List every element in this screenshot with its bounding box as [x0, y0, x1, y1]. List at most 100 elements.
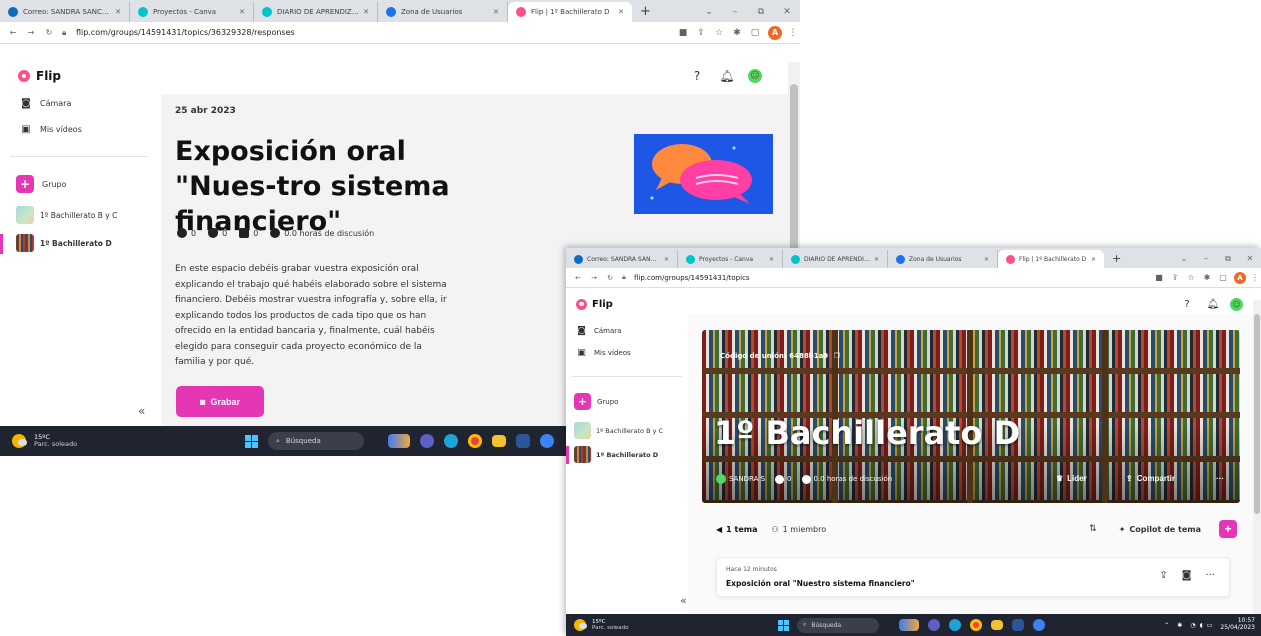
sidebar-item-bachillerato-d[interactable]: 1º Bachillerato D — [574, 446, 658, 463]
sort-icon[interactable]: ⇅ — [1089, 524, 1097, 534]
url-field[interactable]: flip.com/groups/14591431/topics/36329328… — [76, 28, 674, 37]
sidebar-panel-icon[interactable]: ▢ — [1215, 273, 1231, 282]
sidebar-item-camera[interactable]: ◙ Cámara — [576, 326, 621, 336]
tab-topics[interactable]: ◀ 1 tema — [716, 525, 758, 534]
scrollbar-thumb[interactable] — [1254, 314, 1260, 514]
user-avatar[interactable]: ☺ — [748, 69, 762, 83]
copy-icon[interactable]: ❐ — [834, 352, 840, 360]
sidebar-item-group[interactable]: + Grupo — [16, 175, 67, 193]
profile-avatar[interactable]: A — [1234, 271, 1246, 284]
screen-cast-icon[interactable]: ■ — [674, 28, 692, 38]
tab-zona-usuarios[interactable]: Zona de Usuarios ✕ — [888, 250, 998, 268]
extensions-icon[interactable]: ✱ — [1199, 273, 1215, 282]
share-button[interactable]: ⇪ Compartir — [1126, 474, 1175, 483]
tab-diario[interactable]: DIARIO DE APRENDIZAJE ✕ — [254, 2, 378, 22]
clock[interactable]: 10:57 25/04/2023 — [1220, 617, 1255, 632]
close-icon[interactable]: ✕ — [618, 8, 624, 16]
forward-icon[interactable]: → — [22, 28, 40, 37]
close-window-button[interactable]: ✕ — [774, 2, 800, 22]
close-icon[interactable]: ✕ — [239, 8, 245, 16]
chevron-down-icon[interactable]: ⌄ — [696, 2, 722, 22]
topic-title[interactable]: Exposición oral "Nuestro sistema financi… — [726, 579, 915, 588]
more-dots-icon[interactable]: ··· — [1205, 570, 1215, 581]
close-icon[interactable]: ✕ — [1091, 256, 1096, 263]
tab-proyectos[interactable]: Proyectos - Canva ✕ — [130, 2, 254, 22]
file-explorer-icon[interactable] — [492, 435, 506, 447]
profile-avatar[interactable]: A — [768, 25, 782, 40]
tab-diario[interactable]: DIARIO DE APRENDIZAJE ✕ — [783, 250, 888, 268]
back-icon[interactable]: ← — [4, 28, 22, 37]
tab-members[interactable]: ⚇ 1 miembro — [772, 525, 827, 534]
sidebar-item-camera[interactable]: ◙ Cámara — [20, 98, 71, 109]
close-icon[interactable]: ✕ — [115, 8, 121, 16]
extensions-icon[interactable]: ✱ — [728, 28, 746, 38]
reload-icon[interactable]: ↻ — [602, 274, 618, 282]
back-icon[interactable]: ← — [570, 274, 586, 282]
teams-icon[interactable] — [928, 619, 940, 631]
word-icon[interactable] — [516, 434, 530, 448]
edge-icon[interactable] — [949, 619, 961, 631]
app-icon[interactable] — [540, 434, 554, 448]
minimize-button[interactable]: – — [722, 2, 748, 22]
new-tab-button[interactable]: + — [1104, 250, 1129, 268]
share-icon[interactable]: ⇪ — [692, 28, 710, 38]
battery-icon[interactable]: ▭ — [1207, 622, 1213, 629]
widgets-app-icon[interactable] — [388, 434, 410, 448]
tab-proyectos[interactable]: Proyectos - Canva ✕ — [678, 250, 783, 268]
taskbar-search[interactable]: ⌕ Búsqueda — [268, 432, 364, 450]
teams-icon[interactable] — [420, 434, 434, 448]
tab-correo[interactable]: Correo: SANDRA SANCHE ✕ — [0, 2, 130, 22]
help-icon[interactable]: ? — [682, 69, 712, 83]
menu-dots-icon[interactable]: ⋮ — [786, 28, 800, 38]
topic-card[interactable]: Hace 12 minutos Exposición oral "Nuestro… — [716, 557, 1230, 597]
sidebar-item-bachillerato-byc[interactable]: 1º Bachillerato B y C — [16, 206, 117, 224]
screen-cast-icon[interactable]: ■ — [1151, 273, 1167, 282]
widgets-app-icon[interactable] — [899, 619, 919, 631]
star-icon[interactable]: ☆ — [710, 28, 728, 38]
reload-icon[interactable]: ↻ — [40, 28, 58, 37]
forward-icon[interactable]: → — [586, 274, 602, 282]
word-icon[interactable] — [1012, 619, 1024, 631]
tab-correo[interactable]: Correo: SANDRA SANCHE ✕ — [566, 250, 678, 268]
share-icon[interactable]: ⇪ — [1167, 273, 1183, 282]
copilot-button[interactable]: Copilot de tema — [1129, 525, 1201, 534]
close-icon[interactable]: ✕ — [874, 256, 879, 263]
url-field[interactable]: flip.com/groups/14591431/topics — [634, 274, 1151, 282]
file-explorer-icon[interactable] — [991, 620, 1003, 630]
close-icon[interactable]: ✕ — [769, 256, 774, 263]
tab-zona-usuarios[interactable]: Zona de Usuarios ✕ — [378, 2, 508, 22]
close-icon[interactable]: ✕ — [363, 8, 369, 16]
sidebar-item-my-videos[interactable]: ▣ Mis vídeos — [576, 348, 630, 358]
edge-icon[interactable] — [444, 434, 458, 448]
menu-dots-icon[interactable]: ⋮ — [1249, 273, 1261, 282]
bell-icon[interactable]: 🔔︎ — [712, 69, 742, 83]
windows-start-icon[interactable] — [245, 434, 258, 448]
chrome-icon[interactable] — [468, 434, 482, 448]
sidebar-item-group[interactable]: + Grupo — [574, 393, 618, 410]
volume-icon[interactable]: ◖ — [1200, 622, 1203, 629]
tray-app-icon[interactable]: ✱ — [1177, 622, 1182, 629]
close-window-button[interactable]: ✕ — [1239, 250, 1261, 268]
weather-icon[interactable] — [574, 619, 588, 631]
tab-flip[interactable]: Flip | 1º Bachillerato D ✕ — [508, 2, 632, 22]
bell-icon[interactable]: 🔔︎ — [1200, 299, 1226, 310]
user-avatar[interactable]: ☺ — [1230, 297, 1243, 311]
sidebar-item-bachillerato-d[interactable]: 1º Bachillerato D — [16, 234, 112, 252]
join-code[interactable]: Código de unión: 6488b1a9 ❐ — [720, 352, 840, 360]
weather-widget[interactable]: 15ºC Parc. soleado — [34, 433, 77, 449]
sidebar-item-my-videos[interactable]: ▣ Mis vídeos — [20, 124, 82, 135]
close-icon[interactable]: ✕ — [493, 8, 499, 16]
collapse-sidebar-icon[interactable]: « — [680, 594, 687, 607]
star-icon[interactable]: ☆ — [1183, 273, 1199, 282]
app-icon[interactable] — [1033, 619, 1045, 631]
wifi-icon[interactable]: ◔ — [1190, 622, 1195, 629]
minimize-button[interactable]: – — [1195, 250, 1217, 268]
close-icon[interactable]: ✕ — [664, 256, 669, 263]
windows-start-icon[interactable] — [778, 619, 789, 631]
weather-widget[interactable]: 15ºC Parc. soleado — [592, 619, 628, 632]
collapse-sidebar-icon[interactable]: « — [138, 404, 145, 418]
close-icon[interactable]: ✕ — [984, 256, 989, 263]
new-tab-button[interactable]: + — [632, 2, 659, 22]
chevron-down-icon[interactable]: ⌄ — [1173, 250, 1195, 268]
sidebar-panel-icon[interactable]: ▢ — [746, 28, 764, 38]
